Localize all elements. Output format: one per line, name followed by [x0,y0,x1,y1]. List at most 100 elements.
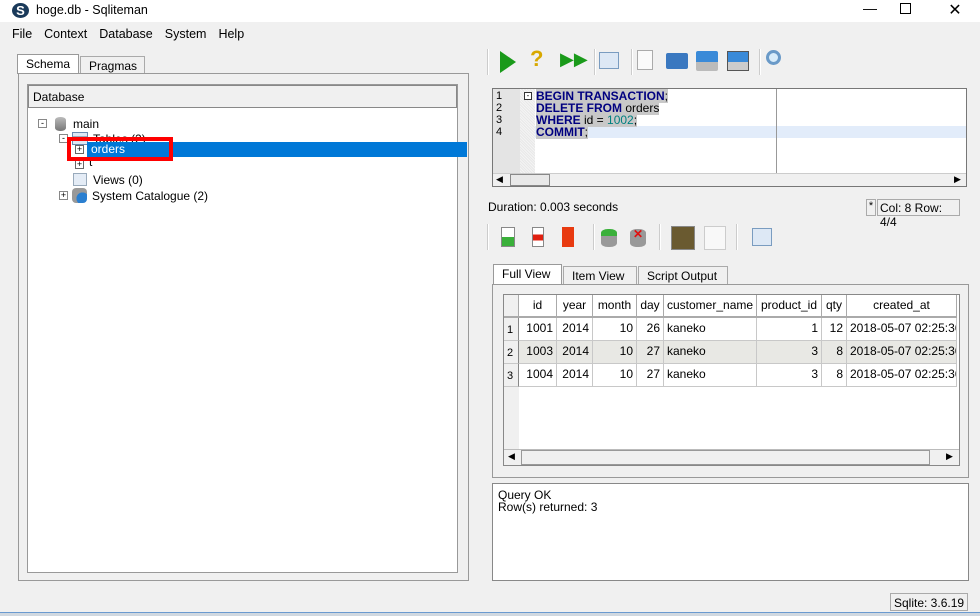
menu-file[interactable]: File [0,24,36,41]
table-cell[interactable]: kaneko [664,341,757,364]
table-cell[interactable]: 3 [757,364,822,387]
line-number: 4 [496,126,503,138]
tab-schema[interactable]: Schema [17,54,79,74]
tree-item-label: System Catalogue (2) [92,189,209,203]
fold-margin: - [520,89,535,173]
scroll-left-icon[interactable]: ◀ [508,451,515,462]
fold-icon[interactable]: - [524,92,532,100]
scroll-left-icon[interactable]: ◀ [496,174,503,185]
menu-system[interactable]: System [157,24,211,41]
table-view-icon[interactable] [599,52,619,69]
window-title: hoge.db - Sqliteman [36,3,148,17]
remove-row-icon[interactable] [532,227,544,247]
table-cell[interactable]: 10 [593,364,637,387]
column-header-month[interactable]: month [593,295,637,318]
column-header-day[interactable]: day [637,295,664,318]
editor-hscrollbar[interactable]: ◀ ▶ [493,173,966,186]
sql-editor[interactable]: 1 2 3 4 - BEGIN TRANSACTION; DELETE FROM … [492,88,967,187]
code-token: 1002 [607,113,634,127]
message-output: Query OK Row(s) returned: 3 [492,483,969,581]
app-logo-icon: S [12,3,29,18]
menu-context[interactable]: Context [36,24,91,41]
minimize-button[interactable]: — [855,0,885,20]
table-cell[interactable]: 1001 [519,318,557,341]
table-cell[interactable]: 3 [757,341,822,364]
table-cell[interactable]: 2014 [557,364,593,387]
tree-header: Database [28,85,457,108]
sqlite-version: Sqlite: 3.6.19 [890,593,969,611]
table-cell[interactable]: 1 [757,318,822,341]
table-cell[interactable]: 10 [593,341,637,364]
expand-icon[interactable]: + [59,191,68,200]
table-cell[interactable]: 2014 [557,341,593,364]
table-cell[interactable]: 1004 [519,364,557,387]
table-cell[interactable]: 2014 [557,318,593,341]
result-panel: ◀ ▶ id year month day customer_name product_i… [492,284,969,478]
row-header[interactable]: 1 [504,318,519,341]
column-header-created-at[interactable]: created_at [847,295,957,318]
run-icon[interactable] [500,51,516,73]
row-header[interactable]: 3 [504,364,519,387]
commit-icon[interactable] [601,229,617,247]
table-cell[interactable]: 8 [822,364,847,387]
grid-hscrollbar[interactable]: ◀ ▶ [504,449,959,465]
menu-help[interactable]: Help [210,24,248,41]
line-number: 1 [496,90,503,102]
table-cell[interactable]: 26 [637,318,664,341]
table-cell[interactable]: 1003 [519,341,557,364]
collapse-icon[interactable]: - [38,119,47,128]
result-grid[interactable]: ◀ ▶ id year month day customer_name product_i… [503,294,960,466]
view-icon [73,173,87,186]
corner-header[interactable] [504,295,519,318]
duration-label: Duration: 0.003 seconds [488,200,619,214]
modified-indicator: * [866,199,876,216]
scroll-right-icon[interactable]: ▶ [954,174,961,185]
line-number: 2 [496,102,503,114]
insert-row-icon[interactable] [501,227,515,247]
scroll-thumb[interactable] [521,450,930,465]
column-header-customer-name[interactable]: customer_name [664,295,757,318]
column-header-product-id[interactable]: product_id [757,295,822,318]
save-icon[interactable] [696,51,718,71]
tab-item-view[interactable]: Item View [563,266,637,284]
column-header-id[interactable]: id [519,295,557,318]
cursor-position: Col: 8 Row: 4/4 [877,199,960,229]
tab-full-view[interactable]: Full View [493,264,562,284]
table-cell[interactable]: 2018-05-07 02:25:36 [847,364,957,387]
explain-icon[interactable]: ? [530,48,552,70]
table-cell[interactable]: 2018-05-07 02:25:36 [847,341,957,364]
open-file-icon[interactable] [666,53,688,69]
remove-all-rows-icon[interactable] [562,227,574,247]
title-bar: S hoge.db - Sqliteman — ✕ [0,0,980,22]
tab-script-output[interactable]: Script Output [638,266,728,284]
table-cell[interactable]: 8 [822,341,847,364]
new-file-icon[interactable] [637,50,653,70]
row-header[interactable]: 2 [504,341,519,364]
table-cell[interactable]: 27 [637,341,664,364]
column-header-year[interactable]: year [557,295,593,318]
table-cell[interactable]: 27 [637,364,664,387]
expand-icon[interactable]: + [75,160,84,169]
table-cell[interactable]: 12 [822,318,847,341]
scroll-thumb[interactable] [510,174,550,186]
close-button[interactable]: ✕ [940,0,970,20]
result-toolbar: ✕ [484,223,784,253]
scroll-right-icon[interactable]: ▶ [946,451,953,462]
table-cell[interactable]: kaneko [664,364,757,387]
code-token: ; [664,89,669,103]
image-view-icon[interactable] [671,226,695,250]
run-script-icon[interactable]: ▶▶ [560,48,588,70]
table-cell[interactable]: 2018-05-07 02:25:36 [847,318,957,341]
table-cell[interactable]: kaneko [664,318,757,341]
menu-database[interactable]: Database [91,24,157,41]
column-header-qty[interactable]: qty [822,295,847,318]
save-as-icon[interactable] [727,51,749,71]
tab-pragmas[interactable]: Pragmas [80,56,145,74]
create-view-icon[interactable] [752,228,772,246]
export-icon[interactable] [704,226,726,250]
tree-item-label: Views (0) [93,173,143,187]
maximize-button[interactable] [900,3,911,14]
search-icon[interactable] [766,50,781,65]
table-cell[interactable]: 10 [593,318,637,341]
rollback-icon[interactable]: ✕ [630,228,646,247]
